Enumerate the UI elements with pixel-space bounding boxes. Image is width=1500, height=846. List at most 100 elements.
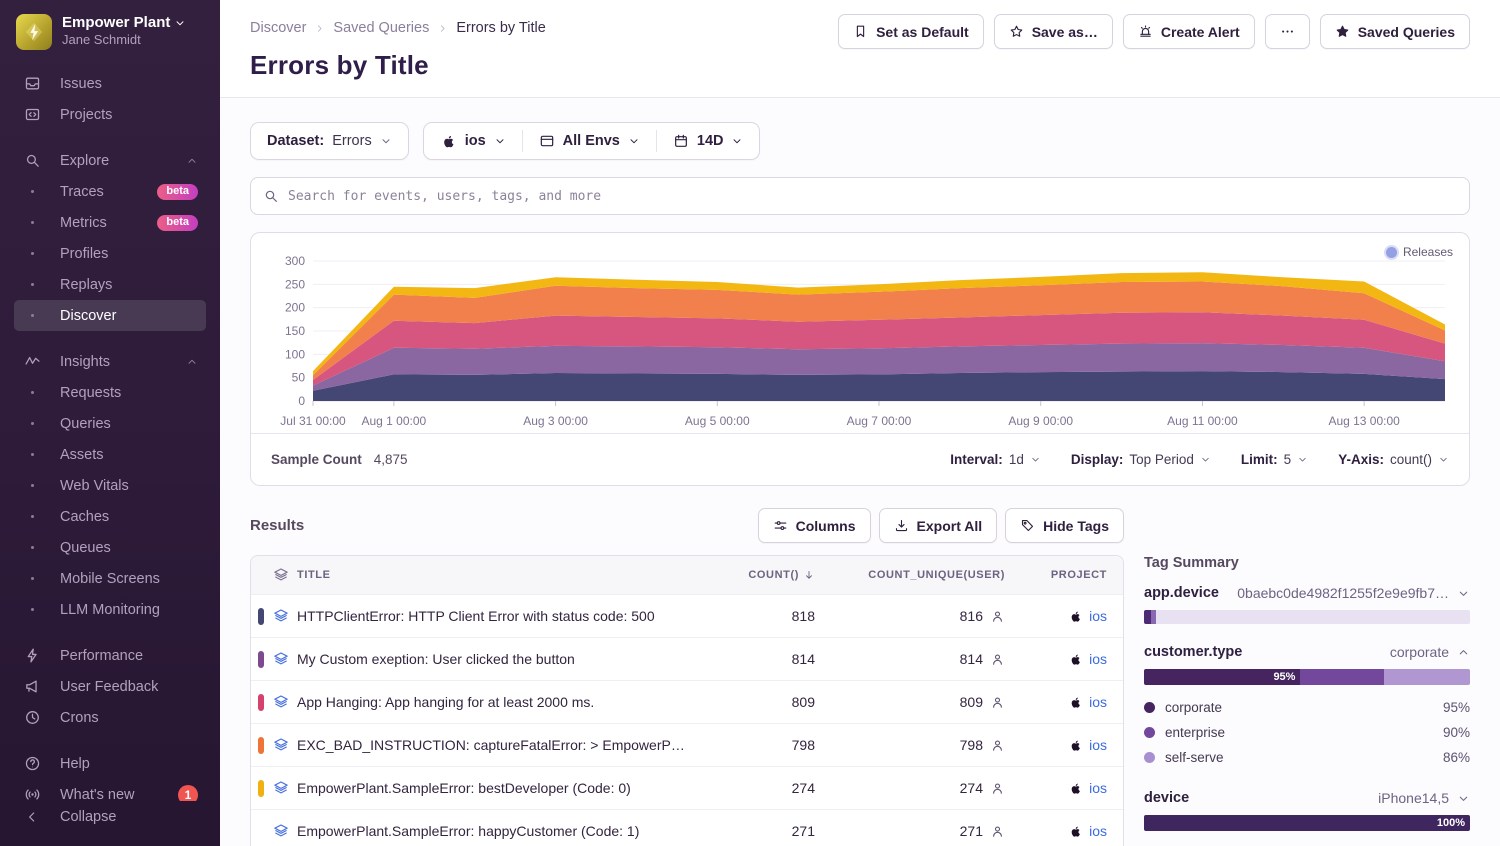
sidebar-item-what-s-new[interactable]: What's new1 xyxy=(14,779,206,801)
y-axis-selector[interactable]: Y-Axis:count() xyxy=(1338,452,1449,467)
org-switcher[interactable]: Empower Plant Jane Schmidt xyxy=(0,0,220,50)
error-title-link[interactable]: My Custom exeption: User clicked the but… xyxy=(297,651,701,667)
event-stack-button[interactable] xyxy=(273,780,289,796)
button-label: Hide Tags xyxy=(1043,518,1109,534)
download-icon xyxy=(894,518,909,533)
export-all-button[interactable]: Export All xyxy=(879,508,998,543)
chev-right-icon xyxy=(437,23,448,34)
sidebar-item-user-feedback[interactable]: User Feedback xyxy=(14,671,206,702)
bullet-icon xyxy=(31,515,34,518)
project-link[interactable]: ios xyxy=(1089,737,1107,753)
facet-distribution-bar[interactable]: 95% xyxy=(1144,669,1470,685)
facet-header[interactable]: customer.typecorporate xyxy=(1144,644,1470,660)
stacked-area-chart[interactable]: 050100150200250300Jul 31 00:00Aug 1 00:0… xyxy=(267,245,1455,433)
set-as-default-button[interactable]: Set as Default xyxy=(838,14,984,49)
create-alert-button[interactable]: Create Alert xyxy=(1123,14,1255,49)
error-title-link[interactable]: EmpowerPlant.SampleError: happyCustomer … xyxy=(297,823,701,839)
bullet-icon xyxy=(31,391,34,394)
columns-button[interactable]: Columns xyxy=(758,508,871,543)
interval-selector[interactable]: Interval:1d xyxy=(950,452,1041,467)
project-filter-value: ios xyxy=(465,133,486,149)
saved-queries-button[interactable]: Saved Queries xyxy=(1320,14,1470,49)
count-unique-value: 798 xyxy=(821,737,1011,753)
sidebar-item-label: Help xyxy=(60,756,198,772)
legend-label: enterprise xyxy=(1165,725,1225,740)
error-title-link[interactable]: EmpowerPlant.SampleError: bestDeveloper … xyxy=(297,780,701,796)
sidebar-item-profiles[interactable]: Profiles xyxy=(14,238,206,269)
sidebar-item-mobile-screens[interactable]: Mobile Screens xyxy=(14,563,206,594)
sidebar-item-llm-monitoring[interactable]: LLM Monitoring xyxy=(14,594,206,625)
sidebar-item-crons[interactable]: Crons xyxy=(14,702,206,733)
sidebar-item-issues[interactable]: Issues xyxy=(14,68,206,99)
hide-tags-button[interactable]: Hide Tags xyxy=(1005,508,1124,543)
event-stack-button[interactable] xyxy=(273,823,289,839)
bullet-icon xyxy=(31,608,34,611)
facet-legend-row[interactable]: self-serve86% xyxy=(1144,745,1470,770)
sidebar-item-label: Issues xyxy=(60,76,198,92)
facet-distribution-bar[interactable]: 100% xyxy=(1144,815,1470,831)
search-input[interactable] xyxy=(288,189,1457,204)
error-title-link[interactable]: HTTPClientError: HTTP Client Error with … xyxy=(297,608,701,624)
project-link[interactable]: ios xyxy=(1089,780,1107,796)
facet-header[interactable]: app.device0baebc0de4982f1255f2e9e9fb7… xyxy=(1144,585,1470,601)
project-link[interactable]: ios xyxy=(1089,608,1107,624)
sidebar-group-insights[interactable]: Insights xyxy=(14,346,206,377)
chart-legend-releases[interactable]: Releases xyxy=(1386,245,1453,259)
dataset-selector[interactable]: Dataset: Errors xyxy=(250,122,409,160)
sidebar-item-replays[interactable]: Replays xyxy=(14,269,206,300)
count-value: 271 xyxy=(701,823,821,839)
tag-summary-title: Tag Summary xyxy=(1144,555,1470,571)
sidebar-item-traces[interactable]: Tracesbeta xyxy=(14,176,206,207)
sidebar-item-queries[interactable]: Queries xyxy=(14,408,206,439)
sidebar-item-performance[interactable]: Performance xyxy=(14,640,206,671)
svg-text:0: 0 xyxy=(298,394,305,408)
column-header-project[interactable]: PROJECT xyxy=(1011,569,1123,581)
button-label: Export All xyxy=(917,518,983,534)
sidebar-item-queues[interactable]: Queues xyxy=(14,532,206,563)
date-range-filter[interactable]: 14D xyxy=(657,123,760,159)
event-stack-button[interactable] xyxy=(273,651,289,667)
column-header-title[interactable]: TITLE xyxy=(297,569,701,581)
sidebar-item-help[interactable]: Help xyxy=(14,748,206,779)
breadcrumb-item[interactable]: Saved Queries xyxy=(333,20,429,36)
sidebar-item-assets[interactable]: Assets xyxy=(14,439,206,470)
sidebar-item-web-vitals[interactable]: Web Vitals xyxy=(14,470,206,501)
error-title-link[interactable]: EXC_BAD_INSTRUCTION: captureFatalError: … xyxy=(297,737,701,753)
chevron-right-icon xyxy=(437,23,448,34)
facet-distribution-bar[interactable] xyxy=(1144,610,1470,624)
facet-header[interactable]: deviceiPhone14,5 xyxy=(1144,790,1470,806)
event-stack-button[interactable] xyxy=(273,737,289,753)
org-logo xyxy=(16,14,52,50)
facet-bar-segment xyxy=(1144,610,1151,624)
environment-filter[interactable]: All Envs xyxy=(523,123,656,159)
project-filter[interactable]: ios xyxy=(424,123,522,159)
more-options-button[interactable] xyxy=(1265,14,1310,49)
sidebar-item-caches[interactable]: Caches xyxy=(14,501,206,532)
column-header-count[interactable]: COUNT() xyxy=(701,569,821,581)
save-as-button[interactable]: Save as… xyxy=(994,14,1113,49)
chev-down-icon xyxy=(1457,792,1470,805)
empower-plant-logo-icon xyxy=(23,21,45,43)
svg-text:Aug 3 00:00: Aug 3 00:00 xyxy=(523,414,588,428)
sidebar-item-requests[interactable]: Requests xyxy=(14,377,206,408)
event-stack-button[interactable] xyxy=(273,694,289,710)
sidebar-item-label: Crons xyxy=(60,710,198,726)
sidebar-item-discover[interactable]: Discover xyxy=(14,300,206,331)
sidebar-group-explore[interactable]: Explore xyxy=(14,145,206,176)
limit-selector[interactable]: Limit:5 xyxy=(1241,452,1308,467)
column-header-count-unique[interactable]: COUNT_UNIQUE(USER) xyxy=(821,569,1011,581)
error-title-link[interactable]: App Hanging: App hanging for at least 20… xyxy=(297,694,701,710)
facet-legend-row[interactable]: corporate95% xyxy=(1144,695,1470,720)
breadcrumb-item[interactable]: Discover xyxy=(250,20,306,36)
sidebar-item-projects[interactable]: Projects xyxy=(14,99,206,130)
display-selector[interactable]: Display:Top Period xyxy=(1071,452,1211,467)
facet-legend-row[interactable]: enterprise90% xyxy=(1144,720,1470,745)
sidebar-collapse-button[interactable]: Collapse xyxy=(14,801,206,832)
project-link[interactable]: ios xyxy=(1089,651,1107,667)
project-link[interactable]: ios xyxy=(1089,694,1107,710)
project-link[interactable]: ios xyxy=(1089,823,1107,839)
chev-up-icon xyxy=(1457,646,1470,659)
search-bar xyxy=(250,177,1470,215)
event-stack-button[interactable] xyxy=(273,608,289,624)
sidebar-item-metrics[interactable]: Metricsbeta xyxy=(14,207,206,238)
